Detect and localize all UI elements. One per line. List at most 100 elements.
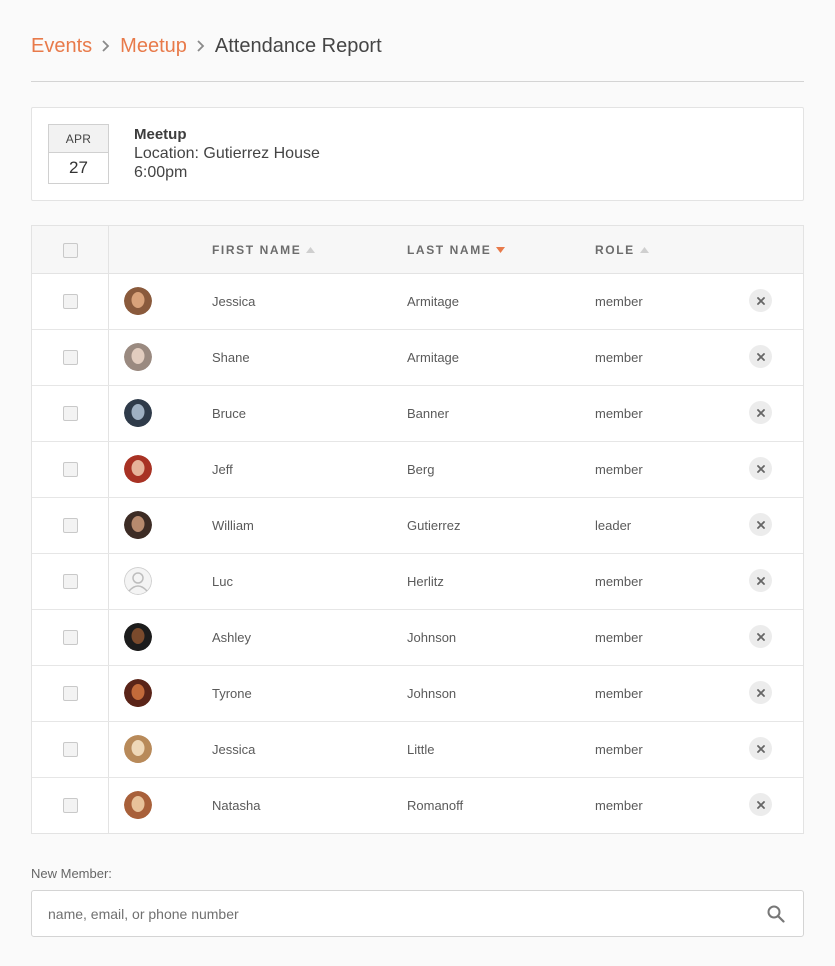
avatar-photo (124, 623, 152, 651)
remove-attendee-button[interactable] (749, 625, 772, 648)
role-cell: leader (595, 518, 632, 533)
first-name-cell: Bruce (212, 406, 246, 421)
new-member-search-input[interactable] (48, 891, 748, 936)
remove-attendee-button[interactable] (749, 737, 772, 760)
sort-asc-icon (306, 247, 316, 253)
role-cell: member (595, 350, 643, 365)
last-name-cell: Johnson (407, 630, 457, 645)
role-cell: member (595, 798, 643, 813)
sort-desc-icon (496, 247, 506, 253)
last-name-cell: Armitage (407, 294, 460, 309)
avatar-photo (124, 287, 152, 315)
remove-attendee-button[interactable] (749, 569, 772, 592)
table-row: Ashley Johnson member (32, 610, 803, 666)
close-icon (756, 688, 765, 697)
row-checkbox[interactable] (63, 518, 78, 533)
event-name: Meetup (134, 126, 187, 143)
first-name-cell: Natasha (212, 798, 261, 813)
table-row: Bruce Banner member (32, 386, 803, 442)
first-name-cell: Jessica (212, 742, 256, 757)
table-row: Luc Herlitz member (32, 554, 803, 610)
event-info: Meetup Location: Gutierrez House 6:00pm (134, 125, 320, 182)
event-day: 27 (69, 158, 88, 177)
table-row: Natasha Romanoff member (32, 778, 803, 834)
last-name-cell: Armitage (407, 350, 460, 365)
close-icon (756, 576, 765, 585)
header-divider (31, 81, 804, 82)
close-icon (756, 296, 765, 305)
row-checkbox[interactable] (63, 406, 78, 421)
chevron-right-icon (92, 40, 120, 52)
remove-attendee-button[interactable] (749, 345, 772, 368)
remove-attendee-button[interactable] (749, 401, 772, 424)
row-checkbox[interactable] (63, 574, 78, 589)
close-icon (756, 520, 765, 529)
last-name-cell: Gutierrez (407, 518, 461, 533)
row-checkbox[interactable] (63, 630, 78, 645)
first-name-cell: Ashley (212, 630, 252, 645)
new-member-search-box (31, 890, 804, 937)
column-header-first-name[interactable]: FIRST NAME (212, 243, 316, 257)
close-icon (756, 464, 765, 473)
event-time: 6:00pm (134, 164, 188, 181)
remove-attendee-button[interactable] (749, 793, 772, 816)
table-body: Jessica Armitage member Shane Armitage member… (32, 274, 803, 834)
avatar-photo (124, 791, 152, 819)
row-checkbox[interactable] (63, 686, 78, 701)
first-name-cell: Luc (212, 574, 233, 589)
table-row: Shane Armitage member (32, 330, 803, 386)
last-name-cell: Little (407, 742, 435, 757)
column-header-role[interactable]: ROLE (595, 243, 649, 257)
first-name-cell: Tyrone (212, 686, 252, 701)
row-checkbox[interactable] (63, 294, 78, 309)
close-icon (756, 408, 765, 417)
row-checkbox[interactable] (63, 742, 78, 757)
remove-attendee-button[interactable] (749, 457, 772, 480)
event-month: APR (49, 125, 108, 153)
remove-attendee-button[interactable] (749, 289, 772, 312)
table-row: Jessica Little member (32, 722, 803, 778)
breadcrumb-meetup-link[interactable]: Meetup (120, 35, 187, 58)
attendance-table: FIRST NAME LAST NAME ROLE Jessica Armitag… (31, 225, 804, 834)
table-header: FIRST NAME LAST NAME ROLE (32, 226, 803, 274)
chevron-right-icon (187, 40, 215, 52)
avatar-photo (124, 343, 152, 371)
search-icon[interactable] (767, 905, 785, 923)
breadcrumb-events-link[interactable]: Events (31, 35, 92, 58)
select-all-checkbox[interactable] (63, 243, 78, 258)
event-card: APR 27 Meetup Location: Gutierrez House … (31, 107, 804, 201)
last-name-cell: Johnson (407, 686, 457, 701)
table-row: Jeff Berg member (32, 442, 803, 498)
first-name-cell: Jessica (212, 294, 256, 309)
avatar-photo (124, 455, 152, 483)
close-icon (756, 352, 765, 361)
last-name-cell: Berg (407, 462, 435, 477)
row-checkbox[interactable] (63, 350, 78, 365)
role-cell: member (595, 406, 643, 421)
event-date-badge: APR 27 (48, 124, 109, 184)
row-checkbox[interactable] (63, 462, 78, 477)
role-cell: member (595, 686, 643, 701)
role-cell: member (595, 462, 643, 477)
breadcrumb: Events Meetup Attendance Report (31, 32, 382, 60)
avatar-photo (124, 399, 152, 427)
role-cell: member (595, 742, 643, 757)
first-name-cell: Shane (212, 350, 250, 365)
table-row: Tyrone Johnson member (32, 666, 803, 722)
close-icon (756, 800, 765, 809)
role-cell: member (595, 630, 643, 645)
avatar-photo (124, 735, 152, 763)
last-name-cell: Romanoff (407, 798, 464, 813)
role-cell: member (595, 574, 643, 589)
avatar-placeholder (124, 567, 152, 595)
remove-attendee-button[interactable] (749, 513, 772, 536)
avatar-photo (124, 511, 152, 539)
avatar-photo (124, 679, 152, 707)
close-icon (756, 632, 765, 641)
column-header-last-name[interactable]: LAST NAME (407, 243, 506, 257)
row-checkbox[interactable] (63, 798, 78, 813)
sort-asc-icon (639, 247, 649, 253)
event-location: Location: Gutierrez House (134, 145, 320, 162)
close-icon (756, 744, 765, 753)
remove-attendee-button[interactable] (749, 681, 772, 704)
